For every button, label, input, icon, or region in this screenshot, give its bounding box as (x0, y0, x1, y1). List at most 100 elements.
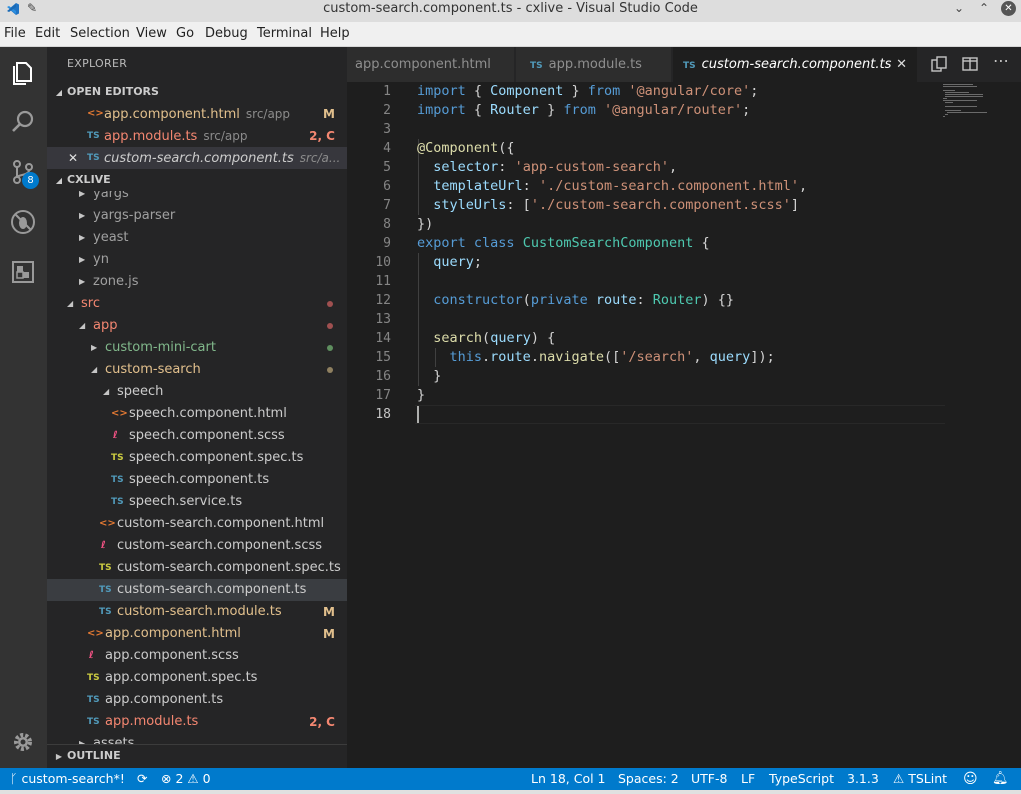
file-tree: ▶ yargs ▶ yargs-parser ▶ yeast ▶ yn ▶ zone.js… (47, 191, 347, 744)
close-tab-icon[interactable]: ✕ (896, 47, 907, 82)
code-token: query (709, 349, 751, 365)
debug-icon[interactable] (8, 207, 38, 237)
code-token: ) {} (701, 292, 735, 308)
tree-file[interactable]: ℓ speech.component.scss (47, 425, 347, 447)
typescript-spec-file-icon: TS (99, 563, 112, 573)
code-line: query; (417, 253, 482, 272)
tab-app-component-html[interactable]: app.component.html (347, 47, 515, 82)
menu-go[interactable]: Go (176, 26, 194, 41)
search-icon[interactable] (8, 107, 38, 137)
typescript-file-icon: TS (87, 153, 100, 163)
code-token: : (522, 178, 539, 194)
code-token: }) (417, 216, 434, 232)
sync-icon[interactable]: ⟳ (137, 768, 147, 790)
code-token: CustomSearchComponent (522, 235, 694, 251)
tree-file[interactable]: ℓ custom-search.component.scss (47, 535, 347, 557)
problems-status[interactable]: ⊗ 2 ⚠ 0 (161, 768, 211, 790)
code-token: } (563, 83, 588, 99)
minimize-icon[interactable]: ⌄ (950, 0, 968, 16)
tree-file[interactable]: TS speech.component.ts (47, 469, 347, 491)
extensions-icon[interactable] (8, 257, 38, 287)
open-editor-item[interactable]: TS app.module.ts src/app 2, C (47, 125, 347, 147)
maximize-icon[interactable]: ⌃ (975, 0, 993, 16)
eol-status[interactable]: LF (741, 768, 755, 790)
tree-folder[interactable]: ◢ app (47, 315, 347, 337)
open-changes-icon[interactable] (930, 55, 948, 73)
tab-custom-search-component-ts[interactable]: TS custom-search.component.ts ✕ (673, 47, 918, 82)
menu-edit[interactable]: Edit (35, 26, 60, 41)
tab-app-module-ts[interactable]: TS app.module.ts (516, 47, 672, 82)
line-number: 9 (383, 236, 391, 251)
tree-folder[interactable]: ▶ yargs (47, 191, 347, 205)
tree-folder[interactable]: ▶ yn (47, 249, 347, 271)
tree-file[interactable]: TS custom-search.module.ts M (47, 601, 347, 623)
code-token: import (417, 83, 466, 99)
close-editor-icon[interactable]: ✕ (68, 147, 78, 169)
tree-file[interactable]: <> app.component.html M (47, 623, 347, 645)
notifications-bell-icon[interactable]: 🔔︎ (992, 768, 1009, 790)
tree-folder[interactable]: ▶ custom-mini-cart (47, 337, 347, 359)
branch-status[interactable]: ᚴ custom-search*! (10, 768, 125, 790)
tree-file-selected[interactable]: TS custom-search.component.ts (47, 579, 347, 601)
line-number: 4 (383, 141, 391, 156)
indentation-status[interactable]: Spaces: 2 (618, 768, 679, 790)
typescript-version[interactable]: 3.1.3 (847, 768, 879, 790)
tree-file[interactable]: TS app.component.spec.ts (47, 667, 347, 689)
minimap[interactable] (943, 82, 1003, 122)
tree-folder[interactable]: ▶ yeast (47, 227, 347, 249)
open-editor-item-active[interactable]: ✕ TS custom-search.component.ts src/a... (47, 147, 347, 169)
feedback-smiley-icon[interactable]: ☺ (963, 768, 978, 790)
menu-terminal[interactable]: Terminal (257, 26, 312, 41)
code-token: route (490, 349, 531, 365)
line-number: 17 (375, 388, 391, 403)
code-line: } (417, 386, 425, 405)
menu-file[interactable]: File (4, 26, 26, 41)
settings-gear-icon[interactable] (8, 727, 38, 757)
tree-file[interactable]: <> custom-search.component.html (47, 513, 347, 535)
menu-selection[interactable]: Selection (70, 26, 130, 41)
expanded-chevron-icon: ◢ (67, 299, 74, 308)
tree-file[interactable]: TS custom-search.component.spec.ts (47, 557, 347, 579)
tree-folder[interactable]: ▶ yargs-parser (47, 205, 347, 227)
tree-file[interactable]: ℓ app.component.scss (47, 645, 347, 667)
open-editor-item[interactable]: <> app.component.html src/app M (47, 103, 347, 125)
tree-folder[interactable]: ◢ custom-search (47, 359, 347, 381)
tree-file[interactable]: TS app.component.ts (47, 689, 347, 711)
code-token: , (669, 159, 678, 175)
tree-file[interactable]: TS app.module.ts 2, C (47, 711, 347, 733)
workspace-section[interactable]: ◢ CXLIVE (47, 169, 347, 191)
tree-file[interactable]: TS speech.service.ts (47, 491, 347, 513)
tree-folder[interactable]: ▶ assets (47, 733, 347, 744)
code-line: this.route.navigate(['/search', query]); (417, 348, 775, 367)
menu-help[interactable]: Help (320, 26, 350, 41)
menu-debug[interactable]: Debug (205, 26, 248, 41)
split-editor-icon[interactable] (961, 55, 979, 73)
menu-view[interactable]: View (136, 26, 167, 41)
encoding-status[interactable]: UTF-8 (691, 768, 727, 790)
tree-file[interactable]: <> speech.component.html (47, 403, 347, 425)
added-dot-icon (327, 345, 333, 351)
tree-folder[interactable]: ▶ zone.js (47, 271, 347, 293)
tree-file[interactable]: TS speech.component.spec.ts (47, 447, 347, 469)
cursor-position[interactable]: Ln 18, Col 1 (531, 768, 606, 790)
open-editors-section[interactable]: ◢ OPEN EDITORS (47, 81, 347, 103)
language-mode[interactable]: TypeScript (769, 768, 834, 790)
code-token: : (636, 292, 653, 308)
typescript-file-icon: TS (111, 475, 124, 485)
tree-folder[interactable]: ◢ speech (47, 381, 347, 403)
more-actions-icon[interactable]: ⋯ (993, 51, 1011, 70)
explorer-icon[interactable] (8, 57, 38, 87)
outline-section[interactable]: ▶ OUTLINE (47, 744, 347, 766)
close-window-button[interactable]: ✕ (1001, 1, 1016, 16)
tree-folder[interactable]: ◢ src (47, 293, 347, 315)
code-token: './custom-search.component.scss' (530, 197, 791, 213)
line-number: 15 (375, 350, 391, 365)
code-editor[interactable]: 1 2 3 4 5 6 7 8 9 10 11 12 13 14 15 16 17 18 import { Com… (347, 82, 1021, 768)
tslint-status[interactable]: ⚠ TSLint (893, 768, 947, 790)
code-token: } (538, 102, 564, 118)
